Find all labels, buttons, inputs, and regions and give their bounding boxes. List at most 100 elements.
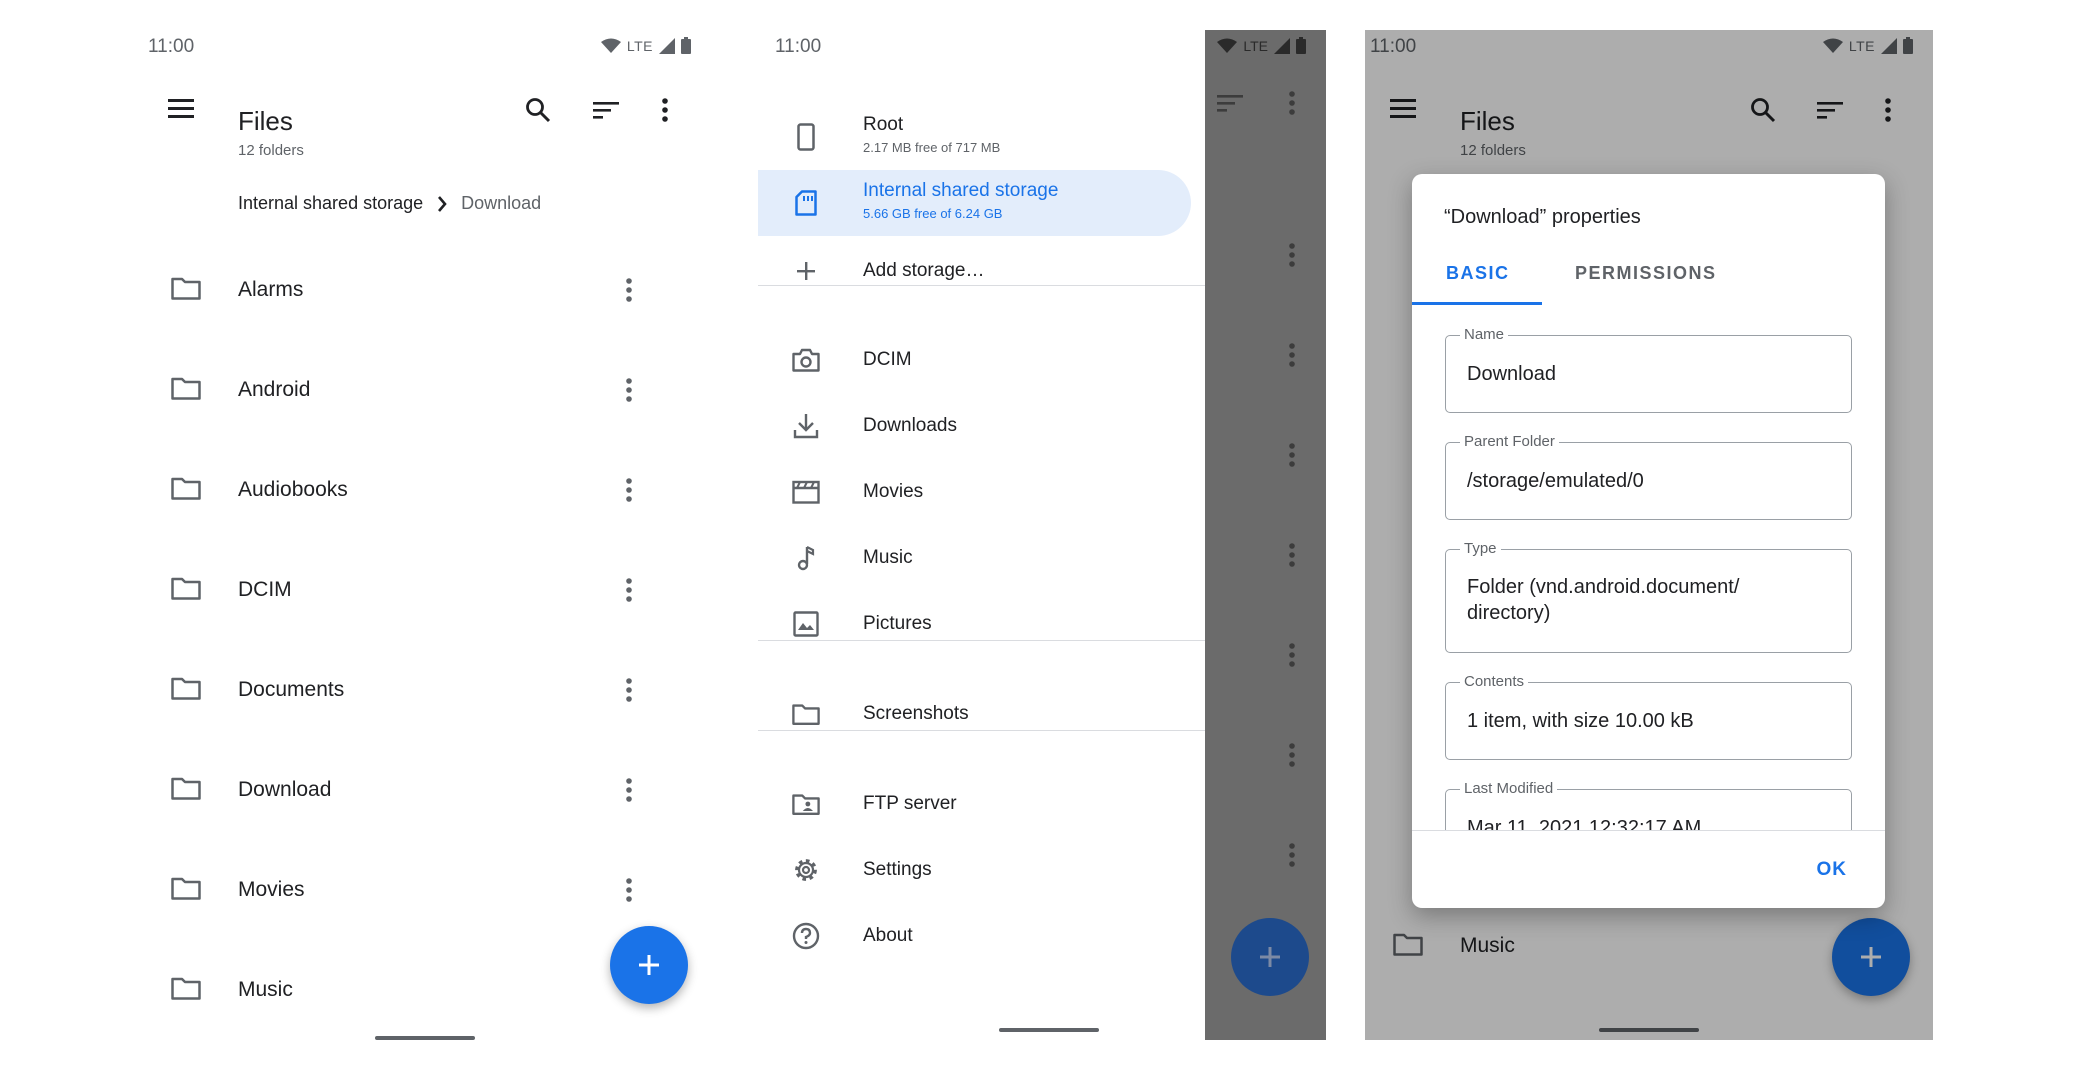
add-fab-button[interactable] (610, 926, 688, 1004)
more-vert-icon[interactable] (609, 270, 649, 310)
drawer-item-pictures[interactable]: Pictures (758, 591, 1191, 657)
drawer-item-add-storage[interactable]: Add storage… (758, 238, 1191, 304)
status-time: 11:00 (775, 36, 822, 57)
drawer-item-root[interactable]: Root 2.17 MB free of 717 MB (758, 104, 1191, 170)
folder-name: Alarms (238, 278, 304, 301)
list-item[interactable]: Alarms (143, 240, 711, 340)
folder-icon (171, 877, 201, 900)
parent-folder-field[interactable]: Parent Folder /storage/emulated/0 (1445, 433, 1852, 520)
folder-list: Alarms Android Audiobooks DCIM Documents… (143, 240, 711, 1040)
folder-icon (171, 577, 201, 600)
drawer-item-downloads[interactable]: Downloads (758, 393, 1191, 459)
more-vert-icon (1289, 243, 1295, 267)
list-item[interactable]: Movies (143, 840, 711, 940)
drawer-item-label: Movies (863, 481, 924, 502)
drawer-item-movies[interactable]: Movies (758, 459, 1191, 525)
list-item[interactable]: Download (143, 740, 711, 840)
plus-icon (639, 955, 659, 975)
drawer-item-internal-storage[interactable]: Internal shared storage 5.66 GB free of … (758, 170, 1191, 236)
help-icon (792, 922, 820, 950)
tab-permissions[interactable]: PERMISSIONS (1575, 263, 1717, 284)
field-label: Last Modified (1460, 780, 1558, 797)
drawer-item-music[interactable]: Music (758, 525, 1191, 591)
gesture-handle (375, 1036, 475, 1040)
signal-icon (1274, 37, 1290, 54)
more-vert-icon[interactable] (609, 870, 649, 910)
field-value-line: Folder (vnd.android.document/ (1467, 576, 1740, 598)
drawer-item-label: DCIM (863, 349, 912, 370)
more-vert-icon[interactable] (645, 90, 685, 130)
more-vert-icon (1289, 643, 1295, 667)
more-vert-icon[interactable] (609, 770, 649, 810)
drawer-item-ftp-server[interactable]: FTP server (758, 771, 1191, 837)
more-vert-icon (1289, 343, 1295, 367)
field-value-line: directory) (1467, 602, 1551, 624)
more-vert-icon[interactable] (609, 370, 649, 410)
last-modified-field[interactable]: Last Modified Mar 11, 2021 12:32:17 AM (1445, 780, 1852, 830)
dialog-divider (1412, 830, 1885, 831)
field-label: Parent Folder (1460, 433, 1559, 450)
drawer-item-dcim[interactable]: DCIM (758, 327, 1191, 393)
chevron-right-icon (438, 195, 447, 212)
drawer-divider (758, 285, 1205, 286)
more-vert-icon (1289, 843, 1295, 867)
download-icon (792, 412, 820, 440)
ok-button[interactable]: OK (1817, 859, 1848, 881)
folder-count: 12 folders (238, 142, 304, 159)
drawer-divider (758, 730, 1205, 731)
list-item[interactable]: Android (143, 340, 711, 440)
storage-free-text: 5.66 GB free of 6.24 GB (863, 206, 1003, 221)
tab-basic[interactable]: BASIC (1446, 263, 1510, 284)
type-field[interactable]: Type Folder (vnd.android.document/ direc… (1445, 540, 1852, 653)
more-vert-icon[interactable] (609, 670, 649, 710)
drawer-item-settings[interactable]: Settings (758, 837, 1191, 903)
battery-icon (681, 37, 691, 54)
status-icons: LTE (600, 37, 691, 54)
name-field[interactable]: Name Download (1445, 326, 1852, 413)
network-type: LTE (1243, 37, 1268, 54)
sort-icon[interactable] (586, 90, 626, 130)
storage-free-text: 2.17 MB free of 717 MB (863, 140, 1001, 155)
list-item[interactable]: Documents (143, 640, 711, 740)
search-icon[interactable] (518, 90, 558, 130)
folder-icon (171, 277, 201, 300)
plus-icon (1260, 947, 1280, 967)
battery-icon (1296, 37, 1306, 54)
signal-icon (659, 37, 675, 54)
list-item[interactable]: Audiobooks (143, 440, 711, 540)
drawer-item-label: Root (863, 114, 904, 135)
drawer-scrim[interactable]: LTE (1205, 30, 1326, 1040)
sd-card-icon (792, 189, 820, 217)
more-vert-icon (1289, 743, 1295, 767)
drawer-item-about[interactable]: About (758, 903, 1191, 969)
field-label: Type (1460, 540, 1501, 557)
status-bar: 11:00 LTE (143, 30, 711, 64)
menu-icon[interactable] (163, 90, 199, 126)
field-value: Mar 11, 2021 12:32:17 AM (1467, 817, 1702, 830)
drawer-item-label: Screenshots (863, 703, 969, 724)
properties-fields[interactable]: Name Download Parent Folder /storage/emu… (1412, 305, 1885, 830)
folder-name: Documents (238, 678, 345, 701)
drawer-item-label: Add storage… (863, 260, 985, 281)
sort-icon (1217, 95, 1243, 112)
image-icon (792, 610, 820, 638)
wifi-icon (600, 38, 621, 53)
field-label: Contents (1460, 673, 1529, 690)
field-value: /storage/emulated/0 (1467, 470, 1644, 492)
breadcrumb: Internal shared storage Download (238, 193, 541, 214)
navigation-drawer: 11:00 Root 2.17 MB free of 717 MB Intern… (758, 30, 1205, 1040)
network-type: LTE (626, 37, 653, 54)
breadcrumb-item-download[interactable]: Download (461, 193, 541, 214)
more-vert-icon[interactable] (609, 470, 649, 510)
folder-name: Download (238, 778, 332, 801)
list-item[interactable]: DCIM (143, 540, 711, 640)
drawer-item-screenshots[interactable]: Screenshots (758, 681, 1191, 747)
field-label: Name (1460, 326, 1509, 343)
folder-icon (171, 377, 201, 400)
folder-icon (171, 677, 201, 700)
contents-field[interactable]: Contents 1 item, with size 10.00 kB (1445, 673, 1852, 760)
wifi-icon (1217, 38, 1238, 53)
breadcrumb-item-storage[interactable]: Internal shared storage (238, 193, 423, 214)
dialog-tabs: BASIC PERMISSIONS (1412, 249, 1885, 305)
more-vert-icon[interactable] (609, 570, 649, 610)
